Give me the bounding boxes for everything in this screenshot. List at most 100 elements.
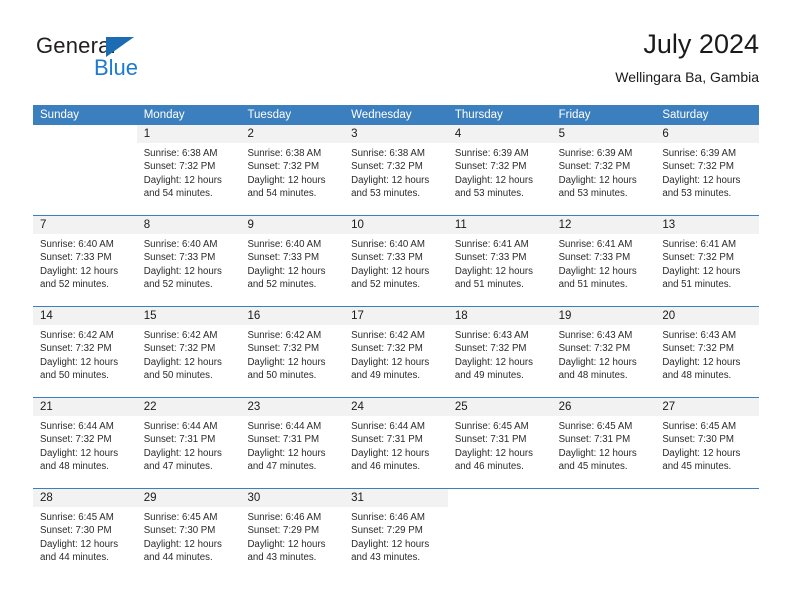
sunset-text: Sunset: 7:33 PM [40,252,112,264]
sunrise-text: Sunrise: 6:41 AM [454,239,529,250]
day-details: Sunrise: 6:39 AM Sunset: 7:32 PM Daylight:… [448,143,552,207]
day-details: Sunrise: 6:45 AM Sunset: 7:30 PM Daylight:… [655,416,759,480]
calendar-day-cell[interactable]: 19 Sunrise: 6:43 AM Sunset: 7:32 PM Dayligh… [551,307,656,397]
day-details: Sunrise: 6:46 AM Sunset: 7:29 PM Daylight:… [240,507,344,571]
calendar-day-cell[interactable]: 10 Sunrise: 6:40 AM Sunset: 7:33 PM Dayligh… [344,216,448,306]
day-number: 20 [655,307,760,325]
calendar-day-cell[interactable]: 31 Sunrise: 6:46 AM Sunset: 7:29 PM Dayligh… [344,489,448,579]
calendar-day-cell[interactable]: 21 Sunrise: 6:44 AM Sunset: 7:32 PM Dayligh… [33,398,137,488]
day-details: Sunrise: 6:42 AM Sunset: 7:32 PM Daylight:… [240,325,344,389]
calendar-day-cell[interactable]: 3 Sunrise: 6:38 AM Sunset: 7:32 PM Daylight… [344,125,448,215]
day-details: Sunrise: 6:44 AM Sunset: 7:31 PM Daylight:… [240,416,344,480]
calendar-day-cell[interactable]: 26 Sunrise: 6:45 AM Sunset: 7:31 PM Dayligh… [551,398,656,488]
day-number: 14 [33,307,137,325]
daylight-text-line1: Daylight: 12 hours [558,265,637,277]
calendar-day-cell[interactable]: 8 Sunrise: 6:40 AM Sunset: 7:33 PM Daylight… [136,216,241,306]
sunrise-text: Sunrise: 6:40 AM [143,239,218,250]
weekday-header-friday: Friday [558,109,591,121]
daylight-text-line1: Daylight: 12 hours [40,538,119,550]
day-number: 21 [33,398,137,416]
calendar-day-cell[interactable]: 17 Sunrise: 6:42 AM Sunset: 7:32 PM Dayligh… [344,307,448,397]
daylight-text-line1: Daylight: 12 hours [351,174,430,186]
sunrise-text: Sunrise: 6:40 AM [351,239,425,250]
day-details: Sunrise: 6:38 AM Sunset: 7:32 PM Daylight:… [137,143,241,207]
day-number: 28 [33,489,137,507]
sunset-text: Sunset: 7:32 PM [247,343,320,355]
calendar-day-cell[interactable]: 6 Sunrise: 6:39 AM Sunset: 7:32 PM Daylight… [655,125,760,215]
calendar-day-cell[interactable]: 25 Sunrise: 6:45 AM Sunset: 7:31 PM Dayligh… [447,398,552,488]
daylight-text-line2: and 53 minutes. [662,188,732,200]
daylight-text-line2: and 53 minutes. [351,188,421,200]
daylight-text-line2: and 50 minutes. [247,370,317,382]
daylight-text-line2: and 50 minutes. [143,370,213,382]
day-details: Sunrise: 6:44 AM Sunset: 7:31 PM Daylight:… [137,416,241,480]
sunset-text: Sunset: 7:31 PM [558,434,631,446]
sunset-text: Sunset: 7:33 PM [143,252,216,264]
daylight-text-line1: Daylight: 12 hours [558,447,637,459]
day-number: 4 [447,125,552,143]
calendar-day-cell[interactable]: 22 Sunrise: 6:44 AM Sunset: 7:31 PM Dayligh… [136,398,241,488]
calendar-week-row: 1 Sunrise: 6:38 AM Sunset: 7:32 PM Daylight… [33,125,760,215]
sunrise-text: Sunrise: 6:39 AM [662,148,737,159]
calendar-day-cell[interactable]: 11 Sunrise: 6:41 AM Sunset: 7:33 PM Dayligh… [447,216,552,306]
calendar-day-cell[interactable]: 15 Sunrise: 6:42 AM Sunset: 7:32 PM Dayligh… [136,307,241,397]
sunset-text: Sunset: 7:31 PM [454,434,527,446]
sunrise-text: Sunrise: 6:38 AM [247,148,322,159]
calendar-day-cell[interactable]: 13 Sunrise: 6:41 AM Sunset: 7:32 PM Dayligh… [655,216,760,306]
daylight-text-line2: and 46 minutes. [351,461,421,473]
day-details: Sunrise: 6:39 AM Sunset: 7:32 PM Daylight:… [655,143,759,207]
sunset-text: Sunset: 7:33 PM [558,252,631,264]
day-details: Sunrise: 6:38 AM Sunset: 7:32 PM Daylight:… [344,143,448,207]
sunset-text: Sunset: 7:32 PM [662,252,734,264]
daylight-text-line2: and 52 minutes. [247,279,317,291]
day-details: Sunrise: 6:40 AM Sunset: 7:33 PM Daylight:… [344,234,448,298]
sunrise-text: Sunrise: 6:44 AM [40,421,114,432]
day-details: Sunrise: 6:39 AM Sunset: 7:32 PM Daylight:… [552,143,656,207]
calendar-day-cell[interactable]: 14 Sunrise: 6:42 AM Sunset: 7:32 PM Dayligh… [33,307,137,397]
sunset-text: Sunset: 7:32 PM [143,161,216,173]
calendar-day-cell[interactable]: 1 Sunrise: 6:38 AM Sunset: 7:32 PM Daylight… [136,125,241,215]
daylight-text-line2: and 54 minutes. [143,188,213,200]
calendar-day-cell-empty [447,489,552,579]
daylight-text-line1: Daylight: 12 hours [40,356,119,368]
calendar-day-cell[interactable]: 4 Sunrise: 6:39 AM Sunset: 7:32 PM Daylight… [447,125,552,215]
calendar-week-row: 28 Sunrise: 6:45 AM Sunset: 7:30 PM Dayligh… [33,488,760,579]
day-number: 26 [551,398,656,416]
sunset-text: Sunset: 7:32 PM [40,343,112,355]
triangle-icon [106,37,134,57]
calendar-day-cell[interactable]: 20 Sunrise: 6:43 AM Sunset: 7:32 PM Dayligh… [655,307,760,397]
calendar-day-cell[interactable]: 12 Sunrise: 6:41 AM Sunset: 7:33 PM Dayligh… [551,216,656,306]
calendar-day-cell[interactable]: 27 Sunrise: 6:45 AM Sunset: 7:30 PM Dayligh… [655,398,760,488]
daylight-text-line1: Daylight: 12 hours [143,356,222,368]
sunrise-text: Sunrise: 6:42 AM [143,330,218,341]
calendar-day-cell[interactable]: 23 Sunrise: 6:44 AM Sunset: 7:31 PM Dayligh… [240,398,345,488]
calendar-day-cell[interactable]: 18 Sunrise: 6:43 AM Sunset: 7:32 PM Dayligh… [447,307,552,397]
weekday-header-wednesday: Wednesday [351,109,412,121]
general-blue-logo[interactable]: General Blue [36,34,196,90]
daylight-text-line2: and 54 minutes. [247,188,317,200]
daylight-text-line2: and 52 minutes. [351,279,421,291]
daylight-text-line1: Daylight: 12 hours [662,174,741,186]
daylight-text-line1: Daylight: 12 hours [247,356,326,368]
calendar-day-cell[interactable]: 29 Sunrise: 6:45 AM Sunset: 7:30 PM Dayligh… [136,489,241,579]
daylight-text-line2: and 49 minutes. [351,370,421,382]
daylight-text-line2: and 48 minutes. [662,370,732,382]
calendar-day-cell[interactable]: 30 Sunrise: 6:46 AM Sunset: 7:29 PM Dayligh… [240,489,345,579]
calendar-day-cell[interactable]: 5 Sunrise: 6:39 AM Sunset: 7:32 PM Daylight… [551,125,656,215]
daylight-text-line2: and 47 minutes. [247,461,317,473]
daylight-text-line1: Daylight: 12 hours [662,356,741,368]
calendar-day-cell[interactable]: 24 Sunrise: 6:44 AM Sunset: 7:31 PM Dayligh… [344,398,448,488]
daylight-text-line2: and 53 minutes. [558,188,628,200]
daylight-text-line1: Daylight: 12 hours [454,265,533,277]
calendar-day-cell[interactable]: 16 Sunrise: 6:42 AM Sunset: 7:32 PM Dayligh… [240,307,345,397]
sunrise-text: Sunrise: 6:45 AM [662,421,737,432]
calendar-day-cell[interactable]: 7 Sunrise: 6:40 AM Sunset: 7:33 PM Daylight… [33,216,137,306]
day-number: 30 [240,489,345,507]
calendar-day-cell[interactable]: 28 Sunrise: 6:45 AM Sunset: 7:30 PM Dayligh… [33,489,137,579]
sunset-text: Sunset: 7:31 PM [351,434,423,446]
daylight-text-line1: Daylight: 12 hours [454,356,533,368]
calendar-day-cell[interactable]: 2 Sunrise: 6:38 AM Sunset: 7:32 PM Daylight… [240,125,345,215]
daylight-text-line2: and 43 minutes. [351,552,421,564]
calendar-day-cell[interactable]: 9 Sunrise: 6:40 AM Sunset: 7:33 PM Daylight… [240,216,345,306]
day-details: Sunrise: 6:38 AM Sunset: 7:32 PM Daylight:… [240,143,344,207]
